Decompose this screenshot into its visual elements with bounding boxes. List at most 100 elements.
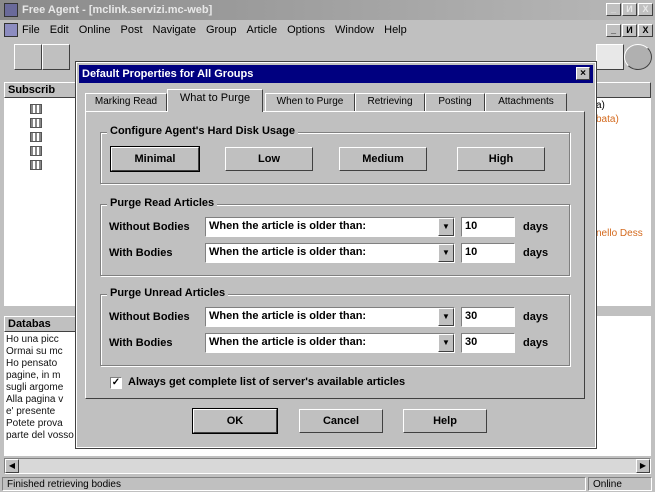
message-line: parte del vosso bbox=[6, 430, 74, 441]
without-bodies-label: Without Bodies bbox=[109, 221, 190, 233]
app-title-bar: Free Agent - [mclink.servizi.mc-web] _ И… bbox=[0, 0, 655, 20]
days-unit: days bbox=[523, 221, 549, 233]
select-value: When the article is older than: bbox=[209, 246, 367, 258]
group-icon[interactable] bbox=[30, 132, 42, 142]
close-app-button[interactable]: X bbox=[638, 3, 653, 16]
status-text: Finished retrieving bodies bbox=[2, 477, 586, 491]
purge-unread-title: Purge Unread Articles bbox=[107, 287, 229, 299]
message-line: pagine, in m bbox=[6, 370, 61, 381]
group-icon[interactable] bbox=[30, 146, 42, 156]
help-button[interactable]: Help bbox=[403, 409, 487, 433]
dialog-title: Default Properties for All Groups bbox=[82, 68, 254, 80]
purge-read-title: Purge Read Articles bbox=[107, 197, 218, 209]
article-snippet[interactable]: bata) bbox=[596, 114, 619, 125]
doc-restore-button[interactable]: И bbox=[622, 24, 637, 37]
menu-edit[interactable]: Edit bbox=[50, 24, 69, 36]
article-list-header bbox=[596, 82, 651, 98]
article-snippet[interactable]: nello Dess bbox=[596, 228, 643, 239]
tab-posting[interactable]: Posting bbox=[425, 93, 485, 111]
purge-read-with-bodies-select[interactable]: When the article is older than: ▼ bbox=[205, 243, 455, 263]
toolbar-connect-icon[interactable] bbox=[14, 44, 42, 70]
days-unit: days bbox=[523, 247, 549, 259]
tab-attachments[interactable]: Attachments bbox=[485, 93, 567, 111]
tab-what-to-purge[interactable]: What to Purge bbox=[167, 89, 263, 112]
app-icon bbox=[4, 3, 18, 17]
subscribed-header: Subscrib bbox=[4, 82, 78, 98]
purge-unread-without-bodies-select[interactable]: When the article is older than: ▼ bbox=[205, 307, 455, 327]
with-bodies-label: With Bodies bbox=[109, 247, 173, 259]
scroll-right-icon[interactable]: ▶ bbox=[636, 459, 650, 473]
group-icon[interactable] bbox=[30, 118, 42, 128]
message-line: Ho una picc bbox=[6, 334, 59, 345]
article-list-pane: a) bata) nello Dess bbox=[596, 82, 651, 306]
menu-help[interactable]: Help bbox=[384, 24, 407, 36]
menu-navigate[interactable]: Navigate bbox=[153, 24, 196, 36]
days-unit: days bbox=[523, 311, 549, 323]
dialog-close-icon[interactable]: × bbox=[576, 67, 590, 80]
select-value: When the article is older than: bbox=[209, 220, 367, 232]
always-get-list-checkbox[interactable]: ✓ bbox=[110, 377, 122, 389]
dropdown-arrow-icon[interactable]: ▼ bbox=[438, 308, 454, 326]
message-line: sugli argome bbox=[6, 382, 64, 393]
purge-unread-group: Purge Unread Articles Without Bodies Whe… bbox=[100, 287, 570, 366]
disk-usage-title: Configure Agent's Hard Disk Usage bbox=[107, 125, 298, 137]
purge-read-group: Purge Read Articles Without Bodies When … bbox=[100, 197, 570, 276]
disk-usage-group: Configure Agent's Hard Disk Usage Minima… bbox=[100, 125, 570, 184]
dropdown-arrow-icon[interactable]: ▼ bbox=[438, 334, 454, 352]
default-properties-dialog: Default Properties for All Groups × Mark… bbox=[75, 61, 597, 449]
purge-read-without-bodies-days[interactable]: 10 bbox=[461, 217, 515, 237]
low-button[interactable]: Low bbox=[225, 147, 313, 171]
dropdown-arrow-icon[interactable]: ▼ bbox=[438, 218, 454, 236]
menu-file[interactable]: File bbox=[22, 24, 40, 36]
document-icon bbox=[4, 23, 18, 37]
horizontal-scrollbar[interactable]: ◀ ▶ bbox=[4, 458, 651, 474]
menu-online[interactable]: Online bbox=[79, 24, 111, 36]
always-get-list-label[interactable]: Always get complete list of server's ava… bbox=[128, 376, 405, 388]
app-title: Free Agent - [mclink.servizi.mc-web] bbox=[22, 4, 213, 16]
tab-retrieving[interactable]: Retrieving bbox=[355, 93, 425, 111]
doc-close-button[interactable]: X bbox=[638, 24, 653, 37]
medium-button[interactable]: Medium bbox=[339, 147, 427, 171]
menu-options[interactable]: Options bbox=[287, 24, 325, 36]
select-value: When the article is older than: bbox=[209, 336, 367, 348]
purge-unread-with-bodies-select[interactable]: When the article is older than: ▼ bbox=[205, 333, 455, 353]
message-line: e' presente bbox=[6, 406, 56, 417]
message-line: Alla pagina v bbox=[6, 394, 64, 405]
purge-read-with-bodies-days[interactable]: 10 bbox=[461, 243, 515, 263]
menu-group[interactable]: Group bbox=[206, 24, 237, 36]
dialog-title-bar: Default Properties for All Groups × bbox=[79, 65, 593, 83]
restore-button[interactable]: И bbox=[622, 3, 637, 16]
menu-article[interactable]: Article bbox=[247, 24, 278, 36]
tab-marking-read[interactable]: Marking Read bbox=[85, 93, 167, 111]
high-button[interactable]: High bbox=[457, 147, 545, 171]
cancel-button[interactable]: Cancel bbox=[299, 409, 383, 433]
article-snippet[interactable]: a) bbox=[596, 100, 605, 111]
connection-status: Online bbox=[588, 477, 652, 491]
purge-unread-with-bodies-days[interactable]: 30 bbox=[461, 333, 515, 353]
purge-read-without-bodies-select[interactable]: When the article is older than: ▼ bbox=[205, 217, 455, 237]
dropdown-arrow-icon[interactable]: ▼ bbox=[438, 244, 454, 262]
days-unit: days bbox=[523, 337, 549, 349]
purge-unread-without-bodies-days[interactable]: 30 bbox=[461, 307, 515, 327]
message-line: Ormai su mc bbox=[6, 346, 63, 357]
toolbar-disconnect-icon[interactable] bbox=[42, 44, 70, 70]
subscribed-pane: Subscrib bbox=[4, 82, 78, 306]
with-bodies-label: With Bodies bbox=[109, 337, 173, 349]
tab-when-to-purge[interactable]: When to Purge bbox=[265, 93, 355, 111]
menu-bar: File Edit Online Post Navigate Group Art… bbox=[0, 20, 655, 40]
select-value: When the article is older than: bbox=[209, 310, 367, 322]
menu-window[interactable]: Window bbox=[335, 24, 374, 36]
status-bar: Finished retrieving bodies Online bbox=[0, 476, 655, 492]
ok-button[interactable]: OK bbox=[192, 408, 278, 434]
toolbar-info-icon[interactable] bbox=[596, 44, 624, 70]
without-bodies-label: Without Bodies bbox=[109, 311, 190, 323]
minimize-button[interactable]: _ bbox=[606, 3, 621, 16]
menu-post[interactable]: Post bbox=[121, 24, 143, 36]
scroll-left-icon[interactable]: ◀ bbox=[5, 459, 19, 473]
toolbar-globe-icon[interactable] bbox=[624, 44, 652, 70]
minimal-button[interactable]: Minimal bbox=[110, 146, 200, 172]
group-icon[interactable] bbox=[30, 160, 42, 170]
doc-minimize-button[interactable]: _ bbox=[606, 24, 621, 37]
database-header: Databas bbox=[4, 316, 78, 332]
group-icon[interactable] bbox=[30, 104, 42, 114]
